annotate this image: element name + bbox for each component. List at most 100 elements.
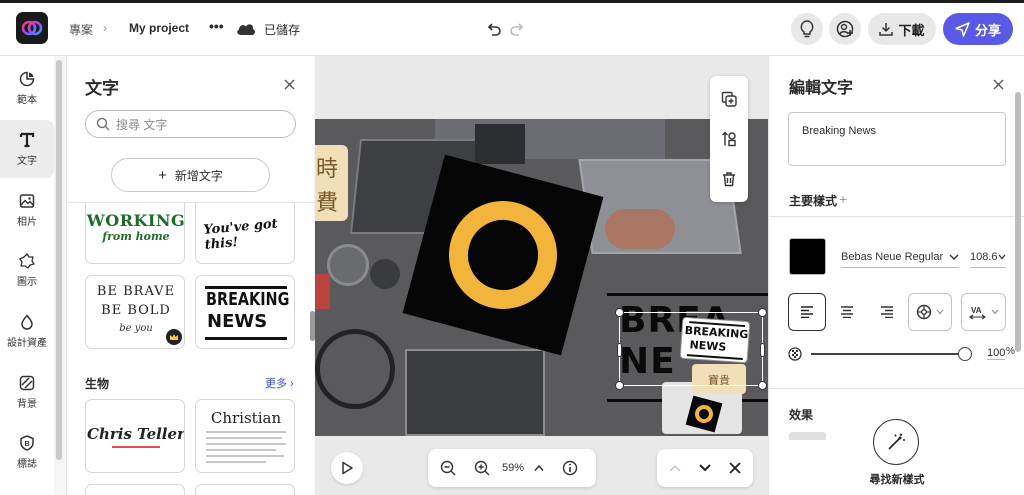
invite-button[interactable]: [829, 13, 861, 45]
text-style-card-youve-got-this[interactable]: You've got this!: [195, 203, 295, 264]
icons-icon: [19, 252, 35, 269]
saved-status: 已儲存: [264, 23, 301, 37]
cloud-icon: [237, 24, 255, 35]
card-text: WORKING: [86, 211, 185, 230]
photo-object: [315, 274, 330, 309]
edit-text-panel: 編輯文字 Breaking News 主要樣式 + Bebas Neue Reg…: [768, 56, 1024, 495]
more-options-icon[interactable]: •••: [209, 18, 224, 34]
canvas-area: 時 費 BREA NE 寶貴 BREAKING NEWS 59%: [315, 56, 768, 495]
card-text: from home: [102, 230, 170, 243]
chevron-up-icon[interactable]: [669, 464, 681, 472]
rail-item-text[interactable]: 文字: [0, 120, 54, 178]
gold-tag-element[interactable]: 時 費: [315, 145, 348, 221]
panel-scrollbar[interactable]: [1015, 92, 1021, 352]
add-style-icon[interactable]: +: [839, 191, 847, 207]
info-icon[interactable]: [562, 460, 578, 476]
align-right-button[interactable]: [868, 293, 906, 331]
lightbulb-button[interactable]: [791, 13, 823, 45]
font-size-select[interactable]: 108.6: [970, 248, 1006, 268]
play-icon: [342, 461, 353, 475]
template-icon: [19, 71, 35, 86]
close-icon[interactable]: [284, 79, 295, 90]
text-style-card-be-brave[interactable]: BE BRAVE BE BOLD be you: [85, 275, 185, 349]
text-style-card[interactable]: [195, 484, 295, 495]
zoom-in-icon[interactable]: [474, 460, 490, 476]
more-link[interactable]: 更多 ›: [265, 375, 294, 391]
play-button[interactable]: [331, 452, 363, 484]
close-icon[interactable]: [993, 79, 1004, 90]
align-left-button[interactable]: [788, 293, 826, 331]
chevron-down-icon: [998, 254, 1006, 260]
close-icon[interactable]: [729, 462, 741, 474]
text-style-card-christian[interactable]: Christian: [195, 399, 295, 473]
rail-label: 相片: [17, 216, 37, 228]
text-color-swatch[interactable]: [789, 238, 826, 275]
card-text: BREAKING: [206, 289, 290, 310]
breadcrumb-projects[interactable]: 專案: [69, 21, 93, 38]
rail-item-photos[interactable]: 相片: [0, 181, 54, 239]
trash-icon[interactable]: [721, 171, 737, 187]
svg-text:B: B: [24, 441, 29, 448]
add-user-icon: [836, 20, 854, 38]
text-content-field[interactable]: Breaking News: [788, 112, 1006, 166]
text-panel: 文字 搜尋 文字 + 新增文字 WORKING from home You've…: [66, 56, 315, 495]
card-text: BE BOLD: [101, 303, 171, 318]
redo-icon[interactable]: [509, 22, 525, 38]
news-rule: [607, 293, 768, 296]
design-canvas[interactable]: 時 費 BREA NE 寶貴 BREAKING NEWS: [315, 119, 768, 436]
opacity-value[interactable]: 100: [987, 347, 1006, 360]
rail-item-templates[interactable]: 範本: [0, 59, 54, 117]
download-icon: [879, 23, 894, 36]
rail-item-logo[interactable]: B 標誌: [0, 423, 54, 481]
card-text: Christian: [210, 409, 282, 427]
divider: [769, 216, 1024, 217]
search-placeholder: 搜尋 文字: [116, 117, 168, 132]
chevron-down-icon: [936, 309, 944, 315]
resize-handle-bottom-left[interactable]: [615, 381, 624, 390]
resize-handle-left[interactable]: [617, 343, 622, 357]
align-center-button[interactable]: [828, 293, 866, 331]
rail-label: 背景: [17, 398, 37, 410]
project-name[interactable]: My project: [129, 21, 189, 35]
text-style-card-working[interactable]: WORKING from home: [85, 203, 185, 264]
text-style-dropdown[interactable]: [908, 293, 952, 331]
find-style-label: 尋找新樣式: [869, 474, 925, 486]
share-label: 分享: [974, 22, 1001, 38]
effect-thumbnail[interactable]: [789, 432, 826, 440]
rail-label: 文字: [17, 155, 37, 167]
card-text: You've got this!: [202, 216, 279, 253]
resize-handle-top-left[interactable]: [615, 308, 624, 317]
rail-scrollbar[interactable]: [55, 60, 63, 460]
spacing-dropdown[interactable]: VA: [961, 293, 1006, 331]
app-logo[interactable]: [16, 12, 48, 44]
resize-handle-top-right[interactable]: [758, 308, 767, 317]
rail-item-background[interactable]: 背景: [0, 363, 54, 421]
text-style-card-signature[interactable]: Chris Teller: [85, 399, 185, 473]
panel-title: 文字: [85, 79, 119, 98]
chevron-down-icon[interactable]: [699, 464, 711, 472]
text-style-card[interactable]: [85, 484, 185, 495]
selection-box: [619, 312, 763, 386]
rail-item-brand-assets[interactable]: 設計資產: [0, 302, 54, 360]
search-input[interactable]: 搜尋 文字: [85, 110, 296, 138]
find-style-button[interactable]: [873, 419, 919, 465]
add-text-button[interactable]: + 新增文字: [111, 158, 270, 192]
download-button[interactable]: 下載: [868, 13, 936, 45]
chevron-up-icon[interactable]: [534, 464, 544, 472]
share-button[interactable]: 分享: [943, 13, 1013, 45]
font-family-select[interactable]: Bebas Neue Regular: [841, 248, 959, 268]
zoom-out-icon[interactable]: [440, 460, 456, 476]
opacity-slider-thumb[interactable]: [958, 347, 972, 361]
duplicate-icon[interactable]: [721, 91, 737, 107]
undo-icon[interactable]: [486, 22, 502, 38]
resize-handle-bottom-right[interactable]: [758, 381, 767, 390]
resize-handle-right[interactable]: [760, 343, 765, 357]
card-text: Chris Teller: [87, 425, 185, 443]
opacity-slider-track[interactable]: [811, 353, 961, 355]
text-style-card-breaking-news[interactable]: BREAKING NEWS: [195, 275, 295, 349]
rail-label: 標誌: [17, 458, 37, 470]
zoom-level[interactable]: 59%: [502, 462, 524, 474]
rail-item-icons[interactable]: 圖示: [0, 241, 54, 299]
search-icon: [96, 117, 110, 131]
arrange-icon[interactable]: [721, 131, 737, 147]
